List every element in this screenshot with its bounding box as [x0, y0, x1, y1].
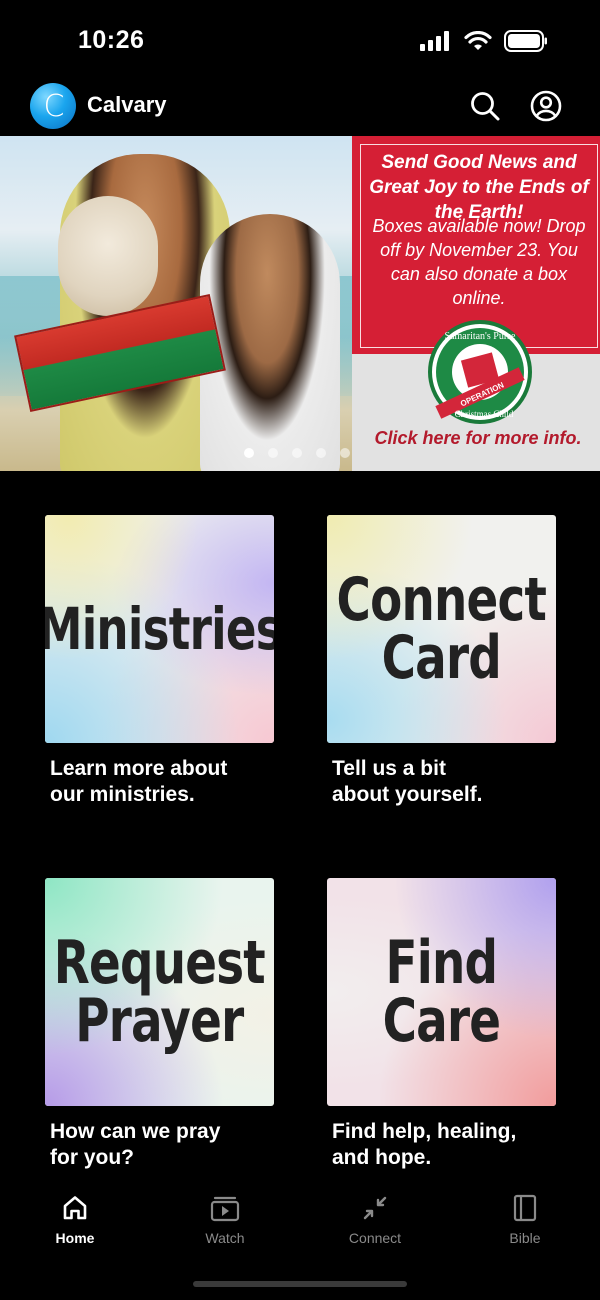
find-care-card-caption[interactable]: Find help, healing, and hope.	[332, 1119, 572, 1171]
card-caption-line: How can we pray	[50, 1120, 221, 1143]
tab-label: Home	[55, 1230, 95, 1246]
promo-banner[interactable]: Send Good News and Great Joy to the Ends…	[0, 136, 600, 471]
status-time: 10:26	[78, 26, 145, 54]
find-care-card-art: Find Care	[327, 878, 556, 1106]
tab-watch[interactable]: Watch	[175, 1194, 275, 1246]
carousel-dot[interactable]	[340, 448, 350, 458]
find-care-card-title: Find Care	[382, 928, 501, 1056]
card-caption-line: and hope.	[332, 1146, 432, 1169]
card-title-line: Card	[381, 623, 502, 693]
logo-letter: C	[43, 88, 65, 124]
card-caption-line: Tell us a bit	[332, 757, 446, 780]
request-prayer-card[interactable]: Request Prayer	[45, 878, 274, 1106]
battery-icon	[504, 30, 547, 52]
banner-body: Boxes available now! Drop off by Novembe…	[372, 216, 586, 308]
connect-card-card[interactable]: Connect Card	[327, 515, 556, 743]
request-prayer-card-caption[interactable]: How can we pray for you?	[50, 1119, 290, 1171]
banner-cta-link[interactable]: Click here for more info.	[360, 428, 596, 449]
tab-label: Bible	[509, 1230, 541, 1246]
carousel-page-indicator	[244, 448, 350, 458]
carousel-dot[interactable]	[268, 448, 278, 458]
app-title: Calvary	[87, 92, 167, 117]
ministries-card[interactable]: Ministries	[45, 515, 274, 743]
connect-card-caption[interactable]: Tell us a bit about yourself.	[332, 756, 572, 808]
status-icons	[420, 30, 548, 52]
card-title-line: Connect	[336, 565, 547, 635]
tab-label: Connect	[348, 1230, 402, 1246]
tab-bible[interactable]: Bible	[475, 1194, 575, 1246]
card-caption-line: about yourself.	[332, 783, 483, 806]
card-title-line: Find	[385, 928, 498, 998]
tab-label: Watch	[205, 1230, 245, 1246]
app-header: C Calvary	[0, 80, 600, 136]
card-title-line: Care	[382, 986, 501, 1056]
ministries-card-art: Ministries	[45, 515, 274, 743]
wifi-icon	[464, 31, 492, 50]
connect-card-art: Connect Card	[327, 515, 556, 743]
card-title-line: Ministries	[45, 595, 274, 663]
card-title-line: Prayer	[75, 986, 244, 1056]
tab-home[interactable]: Home	[25, 1194, 125, 1246]
home-icon	[63, 1196, 87, 1220]
operation-christmas-child-logo: Samaritan's Purse OPERATION Christmas Ch…	[428, 320, 532, 424]
find-care-card[interactable]: Find Care	[327, 878, 556, 1106]
account-button[interactable]	[528, 88, 564, 124]
card-title-line: Request	[53, 928, 266, 998]
church-logo: C	[30, 83, 76, 129]
cellular-signal-icon	[420, 31, 449, 51]
home-indicator[interactable]	[193, 1281, 407, 1287]
tab-connect[interactable]: Connect	[325, 1194, 425, 1246]
svg-text:Christmas Child: Christmas Child	[455, 409, 514, 419]
card-caption-line: Learn more about	[50, 757, 228, 780]
carousel-dot[interactable]	[316, 448, 326, 458]
search-button[interactable]	[467, 88, 503, 124]
connect-icon	[363, 1196, 387, 1220]
ministries-card-title: Ministries	[45, 598, 274, 660]
carousel-dot[interactable]	[292, 448, 302, 458]
request-prayer-card-title: Request Prayer	[53, 928, 266, 1056]
watch-icon	[210, 1196, 240, 1222]
banner-photo-child-right	[200, 214, 340, 471]
banner-photo	[0, 136, 352, 471]
card-caption-line: our ministries.	[50, 783, 195, 806]
connect-card-title: Connect Card	[336, 565, 547, 693]
banner-info-panel: Send Good News and Great Joy to the Ends…	[352, 136, 600, 471]
search-icon	[471, 92, 500, 121]
ministries-card-caption[interactable]: Learn more about our ministries.	[50, 756, 290, 808]
status-bar: 10:26	[0, 0, 600, 80]
card-caption-line: for you?	[50, 1146, 134, 1169]
request-prayer-card-art: Request Prayer	[45, 878, 274, 1106]
card-caption-line: Find help, healing,	[332, 1120, 517, 1143]
bible-icon	[513, 1194, 537, 1222]
banner-photo-teddy-bear	[58, 196, 158, 316]
svg-text:Samaritan's Purse: Samaritan's Purse	[445, 331, 517, 342]
account-icon	[530, 90, 562, 122]
carousel-dot[interactable]	[244, 448, 254, 458]
